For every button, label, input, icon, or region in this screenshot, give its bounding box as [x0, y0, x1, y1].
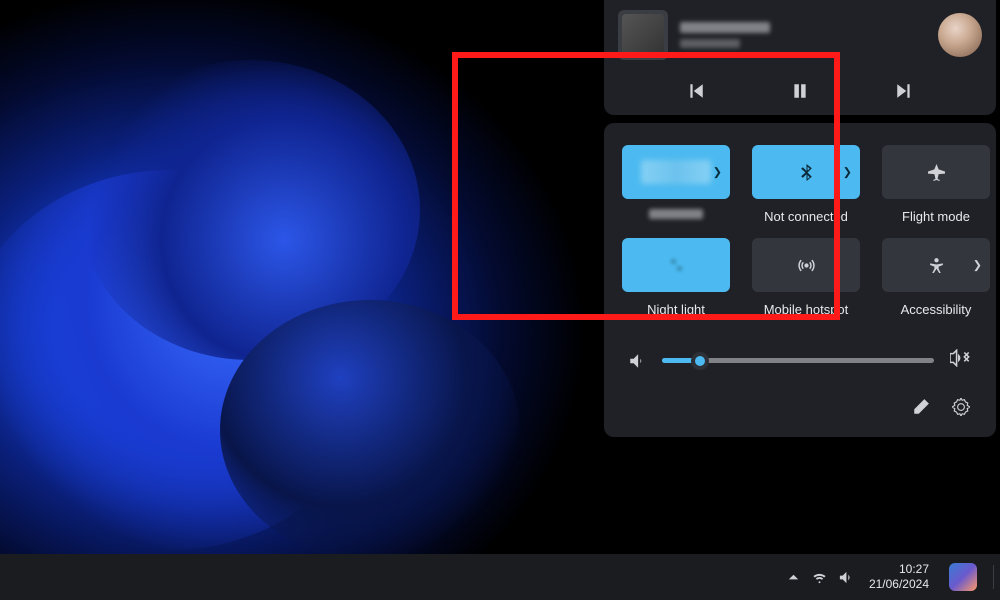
- settings-button[interactable]: [952, 398, 970, 421]
- taskbar: 10:27 21/06/2024: [0, 554, 1000, 600]
- night-light-tile[interactable]: [622, 238, 730, 292]
- flight-mode-label: Flight mode: [902, 209, 970, 224]
- taskbar-separator: [993, 565, 994, 589]
- media-previous-button[interactable]: [683, 78, 709, 104]
- tray-wifi-icon[interactable]: [809, 570, 831, 585]
- chevron-right-icon[interactable]: ❯: [973, 259, 982, 272]
- tray-chevron-up-icon[interactable]: [783, 570, 805, 585]
- edit-quick-settings-button[interactable]: [912, 398, 930, 421]
- volume-slider-thumb[interactable]: [691, 352, 709, 370]
- quick-actions-panel: ❯ ❯ Not connected Flight mode Night ligh…: [604, 123, 996, 437]
- night-light-label: Night light: [647, 302, 705, 317]
- media-track-title: [680, 22, 770, 33]
- bluetooth-label: Not connected: [764, 209, 848, 224]
- clock-date: 21/06/2024: [869, 577, 929, 592]
- media-source-icon: [938, 13, 982, 57]
- bluetooth-icon: [798, 164, 815, 181]
- night-light-icon: [669, 258, 683, 272]
- wifi-tile[interactable]: ❯: [622, 145, 730, 199]
- airplane-icon: [928, 164, 945, 181]
- volume-icon[interactable]: [628, 352, 646, 370]
- accessibility-tile[interactable]: ❯: [882, 238, 990, 292]
- media-pause-button[interactable]: [787, 78, 813, 104]
- wifi-label: [649, 209, 703, 219]
- volume-slider[interactable]: [662, 358, 934, 363]
- media-panel: [604, 0, 996, 115]
- accessibility-icon: [928, 257, 945, 274]
- media-track-artist: [680, 39, 740, 48]
- copilot-button[interactable]: [949, 563, 977, 591]
- mobile-hotspot-label: Mobile hotspot: [764, 302, 849, 317]
- hotspot-icon: [798, 257, 815, 274]
- bluetooth-tile[interactable]: ❯: [752, 145, 860, 199]
- chevron-right-icon[interactable]: ❯: [843, 166, 852, 179]
- clock-time: 10:27: [899, 562, 929, 577]
- sound-output-button[interactable]: [950, 349, 972, 372]
- tray-speaker-icon[interactable]: [835, 570, 857, 585]
- chevron-right-icon[interactable]: ❯: [713, 166, 722, 179]
- flight-mode-tile[interactable]: [882, 145, 990, 199]
- media-album-art: [618, 10, 668, 60]
- mobile-hotspot-tile[interactable]: [752, 238, 860, 292]
- accessibility-label: Accessibility: [901, 302, 972, 317]
- wifi-icon: [641, 160, 711, 184]
- taskbar-clock[interactable]: 10:27 21/06/2024: [861, 562, 937, 592]
- media-next-button[interactable]: [891, 78, 917, 104]
